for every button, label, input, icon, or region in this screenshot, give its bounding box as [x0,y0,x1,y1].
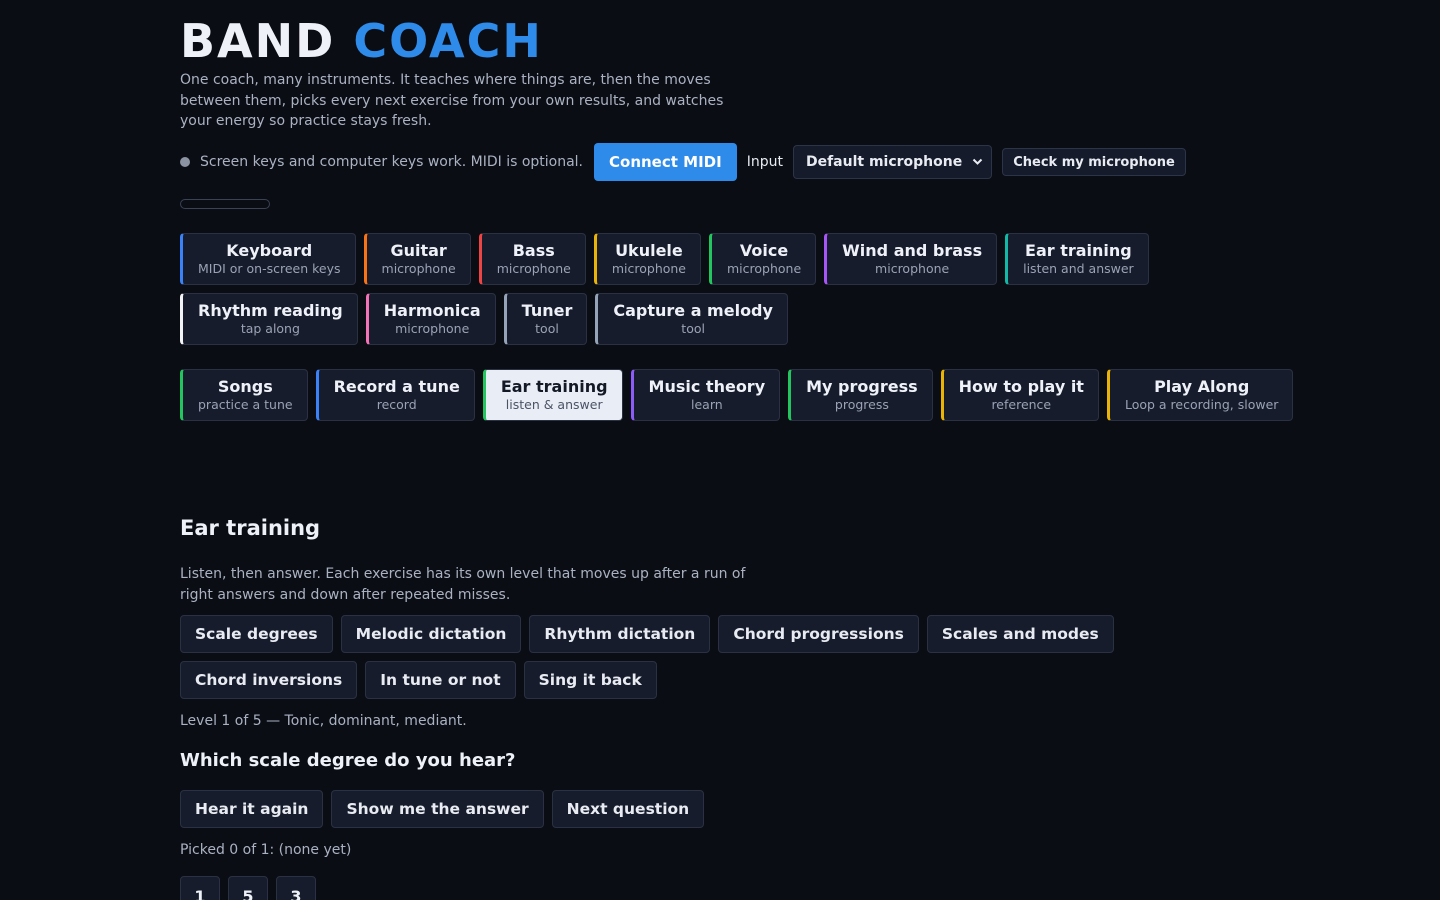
instrument-picker-row-1: Keyboard MIDI or on-screen keys Guitar micr… [180,233,1149,285]
input-select-value: Default microphone [805,154,963,170]
mode-tile-subtitle: Loop a recording, slower [1124,397,1279,412]
app-tagline: One coach, many instruments. It teaches … [180,72,724,129]
input-level-meter [180,199,270,209]
instrument-tile-subtitle: microphone [611,261,686,276]
exercise-sing-it-back-button[interactable]: Sing it back [523,661,657,699]
mode-tile-title: How to play it [958,377,1084,396]
mode-tile-subtitle: reference [991,397,1052,412]
instrument-tile-title: Bass [512,241,555,260]
scale-degree-1-button[interactable]: 1 [180,876,220,900]
mode-tile-title: My progress [806,377,918,396]
level-text: Level 1 of 5 — Tonic, dominant, mediant. [180,713,467,729]
exercise-in-tune-or-not-button[interactable]: In tune or not [365,661,516,699]
check-microphone-button[interactable]: Check my microphone [1002,148,1186,176]
picked-status: Picked 0 of 1: (none yet) [180,842,352,858]
instrument-tile-title: Capture a melody [613,301,773,320]
exercise-chord-inversions-button[interactable]: Chord inversions [180,661,358,699]
instrument-tile-title: Ear training [1025,241,1132,260]
instrument-tile-title: Rhythm reading [198,301,343,320]
instrument-tile-subtitle: MIDI or on-screen keys [198,261,341,276]
question-text: Which scale degree do you hear? [180,750,516,771]
instrument-tile-guitar[interactable]: Guitar microphone [363,233,471,285]
mode-tile-play-along[interactable]: Play Along Loop a recording, slower [1106,369,1294,421]
instrument-tile-bass[interactable]: Bass microphone [478,233,586,285]
instrument-tile-capture-a-melody[interactable]: Capture a melody tool [595,293,788,345]
mode-tile-subtitle: progress [834,397,889,412]
instrument-tile-tuner[interactable]: Tuner tool [503,293,588,345]
section-description: Listen, then answer. Each exercise has i… [180,566,746,603]
mode-tile-my-progress[interactable]: My progress progress [788,369,933,421]
mode-tile-subtitle: learn [691,397,723,412]
section-title: Ear training [180,516,321,540]
scale-degree-answers: 153 [180,876,316,900]
instrument-tile-title: Tuner [521,301,573,320]
mode-tile-title: Music theory [648,377,766,396]
question-actions: Hear it again Show me the answer Next ques… [180,790,705,828]
app-title-word2: COACH [353,14,543,68]
page: BAND COACH One coach, many instruments. … [0,0,1440,900]
exercise-melodic-dictation-button[interactable]: Melodic dictation [340,615,522,653]
scale-degree-5-button[interactable]: 5 [228,876,268,900]
instrument-tile-subtitle: listen and answer [1023,261,1134,276]
app-title: BAND COACH [180,14,543,68]
mode-tile-how-to-play-it[interactable]: How to play it reference [940,369,1099,421]
exercise-chord-progressions-button[interactable]: Chord progressions [718,615,919,653]
mode-tile-ear-training[interactable]: Ear training listen & answer [482,369,623,421]
mode-picker-row: Songs practice a tune Record a tune record E… [180,369,1294,421]
instrument-tile-title: Harmonica [383,301,481,320]
exercise-rhythm-dictation-button[interactable]: Rhythm dictation [529,615,711,653]
instrument-tile-keyboard[interactable]: Keyboard MIDI or on-screen keys [180,233,356,285]
connection-status-dot-icon [180,157,190,167]
instrument-tile-title: Keyboard [226,241,313,260]
mode-tile-subtitle: record [376,397,417,412]
instrument-tile-rhythm-reading[interactable]: Rhythm reading tap along [180,293,358,345]
show-me-the-answer-button[interactable]: Show me the answer [331,790,544,828]
mode-tile-songs[interactable]: Songs practice a tune [180,369,308,421]
mode-tile-title: Ear training [500,377,608,396]
instrument-tile-harmonica[interactable]: Harmonica microphone [365,293,496,345]
mode-tile-subtitle: practice a tune [198,397,293,412]
mode-tile-title: Play Along [1154,377,1250,396]
instrument-tile-subtitle: microphone [875,261,950,276]
exercise-picker-row-2: Chord inversions In tune or not Sing it ba… [180,661,657,699]
mode-tile-title: Songs [217,377,273,396]
status-bar: Screen keys and computer keys work. MIDI… [180,143,1186,181]
instrument-tile-wind-and-brass[interactable]: Wind and brass microphone [824,233,998,285]
instrument-tile-ukulele[interactable]: Ukulele microphone [593,233,701,285]
chevron-down-icon [972,156,983,169]
instrument-tile-title: Guitar [390,241,447,260]
input-label: Input [746,154,783,170]
mode-tile-record-a-tune[interactable]: Record a tune record [315,369,475,421]
instrument-tile-title: Wind and brass [842,241,983,260]
connect-midi-button[interactable]: Connect MIDI [594,143,737,181]
mode-tile-subtitle: listen & answer [505,397,603,412]
instrument-tile-subtitle: microphone [395,321,470,336]
status-text: Screen keys and computer keys work. MIDI… [200,154,584,170]
instrument-tile-voice[interactable]: Voice microphone [709,233,817,285]
exercise-scale-degrees-button[interactable]: Scale degrees [180,615,333,653]
instrument-picker-row-2: Rhythm reading tap along Harmonica micropho… [180,293,788,345]
instrument-tile-title: Ukulele [615,241,683,260]
scale-degree-3-button[interactable]: 3 [276,876,316,900]
instrument-tile-subtitle: microphone [727,261,802,276]
instrument-tile-title: Voice [739,241,789,260]
mode-tile-music-theory[interactable]: Music theory learn [630,369,781,421]
input-select[interactable]: Default microphone [792,145,993,179]
exercise-picker-row-1: Scale degrees Melodic dictation Rhythm dic… [180,615,1114,653]
mode-tile-title: Record a tune [333,377,460,396]
instrument-tile-ear-training[interactable]: Ear training listen and answer [1005,233,1149,285]
app-title-word1: BAND [180,14,336,68]
instrument-tile-subtitle: microphone [496,261,571,276]
hear-it-again-button[interactable]: Hear it again [180,790,324,828]
instrument-tile-subtitle: tool [681,321,705,336]
next-question-button[interactable]: Next question [551,790,705,828]
instrument-tile-subtitle: microphone [381,261,456,276]
instrument-tile-subtitle: tool [535,321,559,336]
instrument-tile-subtitle: tap along [240,321,300,336]
exercise-scales-and-modes-button[interactable]: Scales and modes [926,615,1114,653]
